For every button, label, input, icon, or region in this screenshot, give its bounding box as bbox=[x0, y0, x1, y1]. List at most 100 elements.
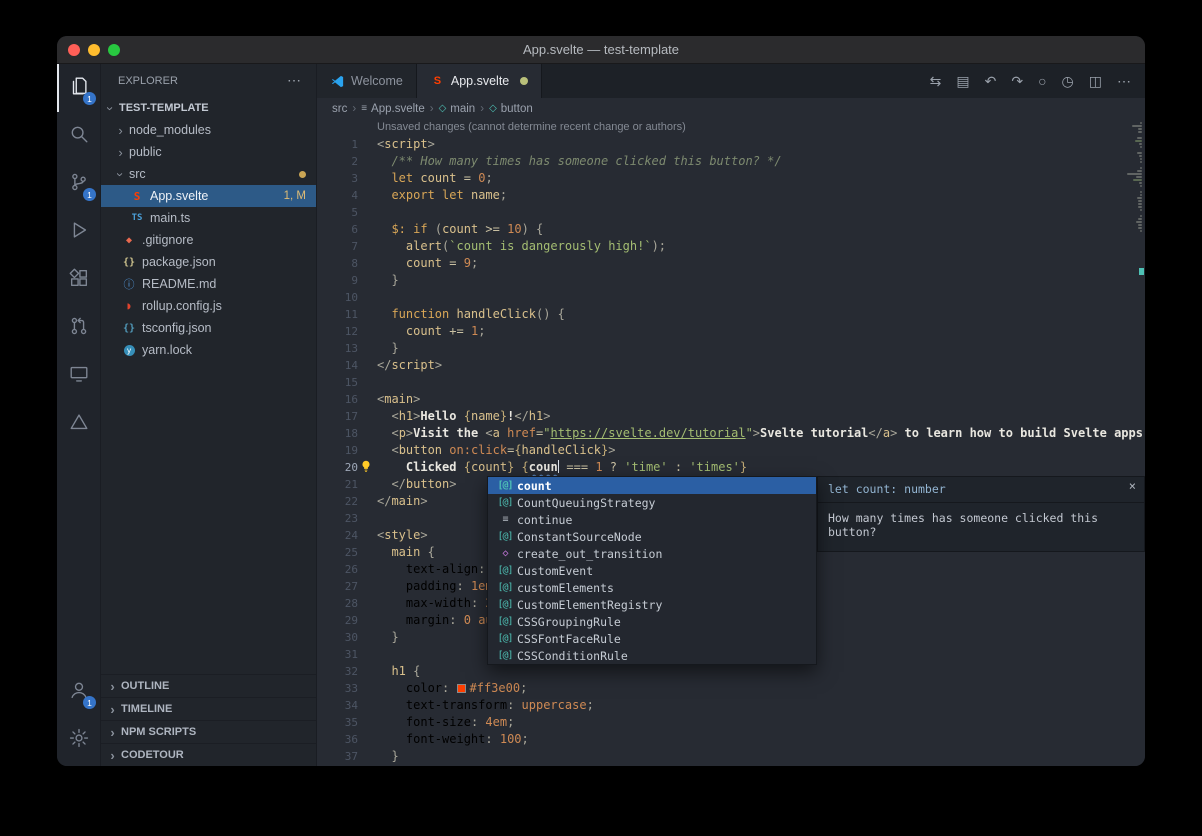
tree-item-package-json[interactable]: {}package.json bbox=[101, 251, 316, 273]
sidebar-section-codetour[interactable]: ›CODETOUR bbox=[101, 743, 316, 766]
code-line[interactable]: 13 } bbox=[317, 340, 1145, 357]
token bbox=[377, 613, 406, 627]
suggest-item-cssfontfacerule[interactable]: [@]CSSFontFaceRule bbox=[488, 630, 816, 647]
suggest-item-customelements[interactable]: [@]customElements bbox=[488, 579, 816, 596]
breadcrumb-item-src[interactable]: src bbox=[332, 103, 347, 115]
file-history-icon[interactable]: ◷ bbox=[1062, 74, 1074, 88]
activity-item-search[interactable] bbox=[57, 112, 100, 160]
tree-item-app-svelte[interactable]: SApp.svelte1, M bbox=[101, 185, 316, 207]
activity-item-explorer[interactable]: 1 bbox=[57, 64, 100, 112]
sidebar-section-outline[interactable]: ›OUTLINE bbox=[101, 674, 316, 697]
pull-requests-icon bbox=[68, 315, 90, 342]
tree-item--gitignore[interactable]: ◆.gitignore bbox=[101, 229, 316, 251]
tree-item-tsconfig-json[interactable]: {}tsconfig.json bbox=[101, 317, 316, 339]
tree-root[interactable]: ›TEST-TEMPLATE bbox=[101, 97, 316, 119]
activity-item-remote-explorer[interactable] bbox=[57, 352, 100, 400]
suggest-item-customevent[interactable]: [@]CustomEvent bbox=[488, 562, 816, 579]
code-line[interactable]: 11 function handleClick() { bbox=[317, 306, 1145, 323]
previous-change-icon[interactable]: ↶ bbox=[985, 74, 997, 88]
breadcrumb-item-button[interactable]: ◇button bbox=[489, 103, 533, 115]
activity-item-settings[interactable] bbox=[57, 716, 100, 764]
code-line[interactable]: 2 /** How many times has someone clicked… bbox=[317, 153, 1145, 170]
suggest-item-cssconditionrule[interactable]: [@]CSSConditionRule bbox=[488, 647, 816, 664]
code-line[interactable]: 37 } bbox=[317, 748, 1145, 765]
tree-item-main-ts[interactable]: TSmain.ts bbox=[101, 207, 316, 229]
tree-item-src[interactable]: ›src bbox=[101, 163, 316, 185]
tab-label: Welcome bbox=[351, 74, 403, 88]
code-line[interactable]: 20 Clicked {count} {coun === 1 ? 'time' … bbox=[317, 459, 1145, 476]
open-changes-icon[interactable]: ▤ bbox=[956, 74, 969, 88]
tree-item-label: src bbox=[129, 167, 146, 181]
code-line[interactable]: 32 h1 { bbox=[317, 663, 1145, 680]
breadcrumb-item-app-svelte[interactable]: ≡App.svelte bbox=[361, 103, 425, 115]
code-line[interactable]: 8 count = 9; bbox=[317, 255, 1145, 272]
breadcrumb-item-main[interactable]: ◇main bbox=[439, 103, 476, 115]
sidebar-section-timeline[interactable]: ›TIMELINE bbox=[101, 697, 316, 720]
activity-item-accounts[interactable]: 1 bbox=[57, 668, 100, 716]
code-line[interactable]: 14</script> bbox=[317, 357, 1145, 374]
suggest-item-continue[interactable]: ≡continue bbox=[488, 511, 816, 528]
activity-item-extensions[interactable] bbox=[57, 256, 100, 304]
code-line[interactable]: 7 alert(`count is dangerously high!`); bbox=[317, 238, 1145, 255]
chevron-right-icon: › bbox=[115, 145, 126, 160]
suggest-item-cssgroupingrule[interactable]: [@]CSSGroupingRule bbox=[488, 613, 816, 630]
activity-item-pull-requests[interactable] bbox=[57, 304, 100, 352]
minimap[interactable] bbox=[1126, 121, 1142, 766]
activity-item-codetour[interactable] bbox=[57, 400, 100, 448]
tree-item-rollup-config-js[interactable]: ◗rollup.config.js bbox=[101, 295, 316, 317]
code-line[interactable]: 12 count += 1; bbox=[317, 323, 1145, 340]
suggest-item-countqueuingstrategy[interactable]: [@]CountQueuingStrategy bbox=[488, 494, 816, 511]
run-debug-icon bbox=[68, 219, 90, 246]
code-text: Clicked {count} {coun === 1 ? 'time' : '… bbox=[377, 459, 1145, 476]
tree-item-yarn-lock[interactable]: yyarn.lock bbox=[101, 339, 316, 361]
code-line[interactable]: 15 bbox=[317, 374, 1145, 391]
line-number: 14 bbox=[317, 357, 358, 374]
split-editor-icon[interactable]: ◫ bbox=[1089, 74, 1102, 88]
code-line[interactable]: 36 font-weight: 100; bbox=[317, 731, 1145, 748]
token: " bbox=[746, 426, 753, 440]
titlebar[interactable]: App.svelte — test-template bbox=[57, 36, 1145, 64]
minimap-line bbox=[1138, 206, 1142, 208]
tree-item-readme-md[interactable]: ⓘREADME.md bbox=[101, 273, 316, 295]
open-on-remote-icon[interactable]: ○ bbox=[1038, 74, 1046, 88]
activity-item-run-debug[interactable] bbox=[57, 208, 100, 256]
suggest-item-customelementregistry[interactable]: [@]CustomElementRegistry bbox=[488, 596, 816, 613]
code-line[interactable]: 19 <button on:click={handleClick}> bbox=[317, 442, 1145, 459]
close-window-button[interactable] bbox=[68, 44, 80, 56]
explorer-more-actions-icon[interactable]: ⋯ bbox=[287, 72, 302, 89]
tab-welcome[interactable]: Welcome bbox=[317, 64, 417, 98]
code-line[interactable]: 3 let count = 0; bbox=[317, 170, 1145, 187]
code-line[interactable]: 17 <h1>Hello {name}!</h1> bbox=[317, 408, 1145, 425]
code-line[interactable]: 35 font-size: 4em; bbox=[317, 714, 1145, 731]
code-line[interactable]: 34 text-transform: uppercase; bbox=[317, 697, 1145, 714]
code-line[interactable]: 33 color: #ff3e00; bbox=[317, 680, 1145, 697]
activity-item-source-control[interactable]: 1 bbox=[57, 160, 100, 208]
code-line[interactable]: 1<script> bbox=[317, 136, 1145, 153]
section-label: CODETOUR bbox=[121, 749, 184, 761]
tree-item-node-modules[interactable]: ›node_modules bbox=[101, 119, 316, 141]
minimize-window-button[interactable] bbox=[88, 44, 100, 56]
suggest-item-label: CustomElementRegistry bbox=[517, 598, 662, 612]
next-change-icon[interactable]: ↷ bbox=[1011, 74, 1023, 88]
code-line[interactable]: 18 <p>Visit the <a href="https://svelte.… bbox=[317, 425, 1145, 442]
suggest-item-constantsourcenode[interactable]: [@]ConstantSourceNode bbox=[488, 528, 816, 545]
code-area[interactable]: Unsaved changes (cannot determine recent… bbox=[317, 119, 1145, 766]
tab-app-svelte[interactable]: SApp.svelte bbox=[417, 64, 542, 98]
suggest-item-create_out_transition[interactable]: ◇create_out_transition bbox=[488, 545, 816, 562]
source-control-graph-icon[interactable]: ⇆ bbox=[930, 74, 942, 88]
lightbulb-icon[interactable] bbox=[359, 459, 373, 473]
tree-item-public[interactable]: ›public bbox=[101, 141, 316, 163]
symbol-variable-icon: [@] bbox=[493, 480, 517, 491]
sidebar-section-npm-scripts[interactable]: ›NPM SCRIPTS bbox=[101, 720, 316, 743]
token: { bbox=[464, 460, 471, 474]
code-line[interactable]: 5 bbox=[317, 204, 1145, 221]
code-line[interactable]: 16<main> bbox=[317, 391, 1145, 408]
suggest-item-count[interactable]: [@]count bbox=[488, 477, 816, 494]
close-icon[interactable]: × bbox=[1129, 480, 1136, 492]
more-actions-icon[interactable]: ⋯ bbox=[1117, 74, 1131, 88]
code-line[interactable]: 4 export let name; bbox=[317, 187, 1145, 204]
code-line[interactable]: 9 } bbox=[317, 272, 1145, 289]
code-line[interactable]: 6 $: if (count >= 10) { bbox=[317, 221, 1145, 238]
zoom-window-button[interactable] bbox=[108, 44, 120, 56]
code-line[interactable]: 10 bbox=[317, 289, 1145, 306]
